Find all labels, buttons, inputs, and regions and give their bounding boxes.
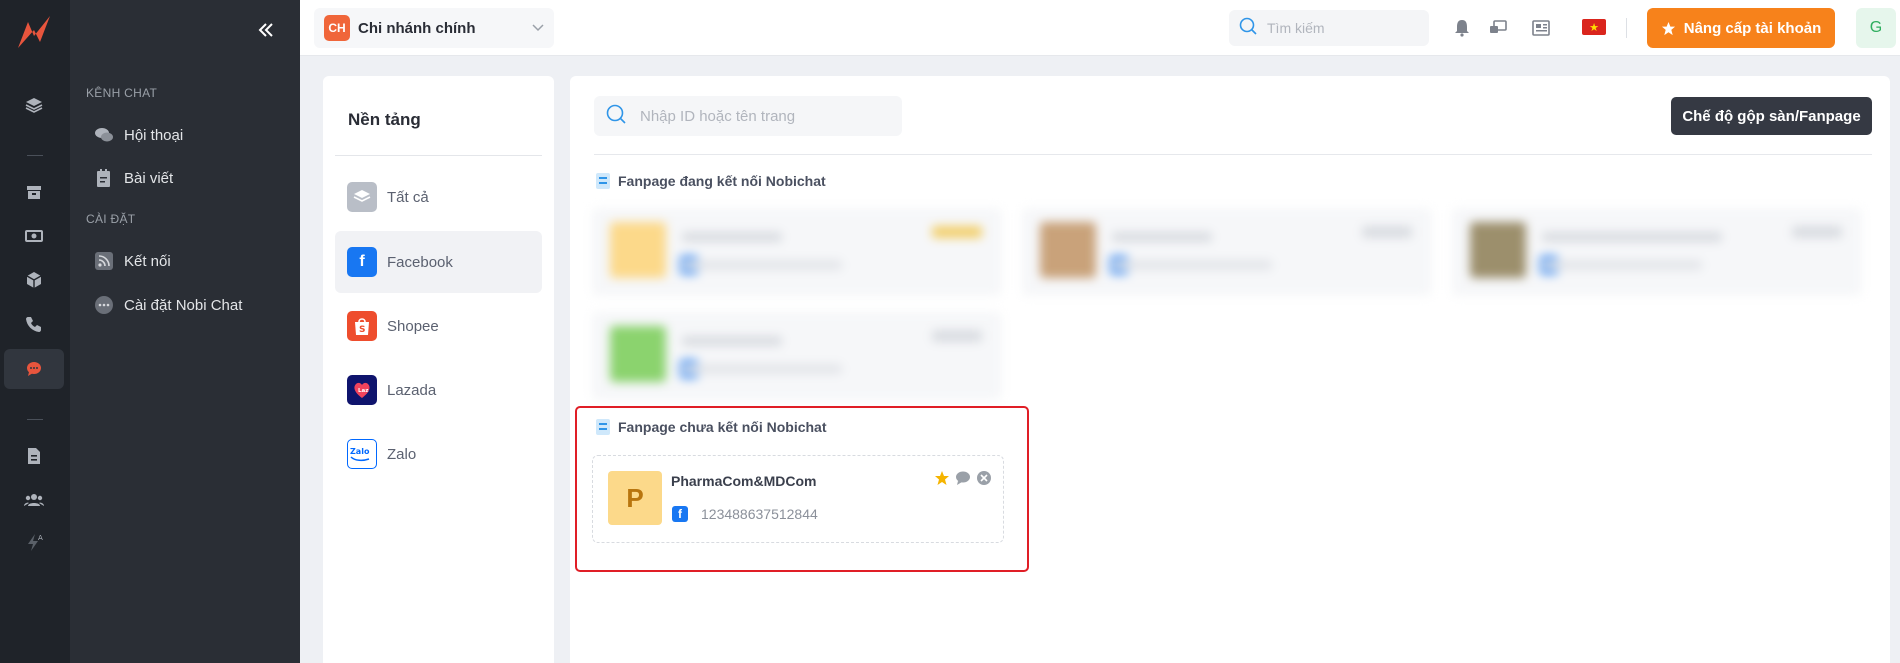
upgrade-label: Nâng cấp tài khoản bbox=[1683, 19, 1822, 37]
fanpage-name: PharmaCom&MDCom bbox=[671, 473, 817, 489]
upgrade-account-button[interactable]: Nâng cấp tài khoản bbox=[1647, 8, 1835, 48]
branch-badge: CH bbox=[324, 15, 350, 41]
sidebar-item-bai-viet[interactable]: Bài viết bbox=[94, 164, 173, 192]
sidebar-item-hoi-thoai[interactable]: Hội thoại bbox=[94, 121, 183, 149]
unconnected-section-header: Fanpage chưa kết nối Nobichat bbox=[596, 419, 827, 435]
bell-icon[interactable] bbox=[1450, 16, 1474, 40]
screen-share-icon[interactable] bbox=[1486, 16, 1510, 40]
platform-label: Zalo bbox=[387, 445, 417, 463]
platform-label: Shopee bbox=[387, 317, 439, 335]
top-bar: CH Chi nhánh chính ★ Nâng cấp tài khoản … bbox=[300, 0, 1900, 56]
facebook-icon: f bbox=[672, 506, 688, 522]
layers-rail-icon[interactable] bbox=[4, 85, 64, 125]
article-icon bbox=[94, 168, 114, 188]
platform-label: Facebook bbox=[387, 253, 453, 271]
more-dots-icon bbox=[94, 295, 114, 315]
unconnected-fanpage-card[interactable]: P PharmaCom&MDCom f 123488637512844 bbox=[592, 455, 1004, 543]
platform-item-lazada[interactable]: Laz Lazada bbox=[335, 359, 542, 421]
chat-bubbles-icon bbox=[94, 125, 114, 145]
fanpage-search-input[interactable] bbox=[640, 107, 880, 125]
fanpage-actions bbox=[933, 469, 992, 486]
sidebar-item-cai-dat-nobi-chat[interactable]: Cài đặt Nobi Chat bbox=[94, 291, 242, 319]
document-icon bbox=[596, 173, 610, 189]
platform-item-all[interactable]: Tất cả bbox=[335, 166, 542, 228]
connected-fanpage-card bbox=[1452, 208, 1862, 296]
fanpage-avatar: P bbox=[608, 471, 662, 525]
users-rail-icon[interactable] bbox=[4, 480, 64, 520]
shopee-icon: S bbox=[347, 311, 377, 341]
sidebar-item-label: Hội thoại bbox=[124, 126, 184, 144]
platform-panel-title: Nền tảng bbox=[348, 110, 421, 129]
branch-selector[interactable]: CH Chi nhánh chính bbox=[314, 8, 554, 48]
fanpage-panel: Chế độ gộp sàn/Fanpage Fanpage đang kết … bbox=[570, 76, 1890, 663]
inbox-rail-icon[interactable] bbox=[4, 172, 64, 212]
platform-item-shopee[interactable]: S Shopee bbox=[335, 295, 542, 357]
svg-text:A: A bbox=[38, 534, 43, 542]
divider bbox=[335, 155, 542, 156]
sidebar-item-label: Cài đặt Nobi Chat bbox=[124, 296, 243, 314]
star-icon[interactable] bbox=[933, 469, 950, 486]
app-logo[interactable] bbox=[14, 12, 56, 54]
lazada-icon: Laz bbox=[347, 375, 377, 405]
chat-rail-icon[interactable] bbox=[4, 349, 64, 389]
section-label-kenh-chat: KÊNH CHAT bbox=[86, 86, 158, 100]
global-search bbox=[1229, 10, 1429, 46]
news-icon[interactable] bbox=[1529, 16, 1553, 40]
automation-rail-icon[interactable]: A bbox=[4, 522, 64, 562]
divider bbox=[594, 154, 1872, 155]
unconnected-section-title: Fanpage chưa kết nối Nobichat bbox=[618, 419, 827, 435]
close-icon[interactable] bbox=[975, 469, 992, 486]
document-icon bbox=[596, 419, 610, 435]
chevron-down-icon bbox=[532, 19, 544, 37]
search-icon bbox=[1239, 17, 1257, 40]
fanpage-search bbox=[594, 96, 902, 136]
phone-rail-icon[interactable] bbox=[4, 304, 64, 344]
platform-label: Tất cả bbox=[387, 188, 429, 206]
search-icon bbox=[606, 104, 626, 129]
svg-text:Laz: Laz bbox=[358, 388, 368, 394]
platform-label: Lazada bbox=[387, 381, 437, 399]
collapse-sidebar-icon[interactable] bbox=[254, 18, 278, 42]
platform-panel: Nền tảng Tất cả f Facebook S Shopee Laz … bbox=[323, 76, 554, 663]
icon-rail: A bbox=[0, 0, 70, 663]
section-label-cai-dat: CÀI ĐẶT bbox=[86, 212, 136, 226]
connected-fanpage-card bbox=[1022, 208, 1432, 296]
connected-section-title: Fanpage đang kết nối Nobichat bbox=[618, 173, 826, 189]
sidebar-item-label: Bài viết bbox=[124, 169, 174, 187]
layers-icon bbox=[347, 182, 377, 212]
connected-fanpage-card bbox=[592, 208, 1002, 296]
merge-mode-button[interactable]: Chế độ gộp sàn/Fanpage bbox=[1671, 97, 1872, 135]
connected-section-header: Fanpage đang kết nối Nobichat bbox=[596, 173, 826, 189]
user-avatar[interactable]: G bbox=[1856, 8, 1896, 48]
facebook-icon: f bbox=[347, 247, 377, 277]
divider bbox=[1626, 18, 1627, 38]
sub-sidebar: KÊNH CHAT Hội thoại Bài viết CÀI ĐẶT Kết… bbox=[70, 0, 300, 663]
sidebar-item-ket-noi[interactable]: Kết nối bbox=[94, 247, 171, 275]
svg-text:Zalo: Zalo bbox=[350, 447, 370, 456]
platform-item-zalo[interactable]: Zalo Zalo bbox=[335, 423, 542, 485]
branch-name: Chi nhánh chính bbox=[358, 19, 476, 37]
sidebar-item-label: Kết nối bbox=[124, 252, 171, 270]
document-rail-icon[interactable] bbox=[4, 436, 64, 476]
svg-text:S: S bbox=[359, 325, 365, 335]
box-rail-icon[interactable] bbox=[4, 260, 64, 300]
zalo-icon: Zalo bbox=[347, 439, 377, 469]
connected-fanpage-card bbox=[592, 312, 1002, 400]
vietnam-flag-icon[interactable]: ★ bbox=[1582, 19, 1606, 35]
star-icon bbox=[1661, 21, 1675, 35]
comment-icon[interactable] bbox=[954, 469, 971, 486]
platform-item-facebook[interactable]: f Facebook bbox=[335, 231, 542, 293]
fanpage-id: 123488637512844 bbox=[701, 506, 818, 522]
rss-icon bbox=[94, 251, 114, 271]
global-search-input[interactable] bbox=[1267, 20, 1407, 36]
connected-fanpages-blurred bbox=[592, 208, 1882, 400]
money-rail-icon[interactable] bbox=[4, 216, 64, 256]
